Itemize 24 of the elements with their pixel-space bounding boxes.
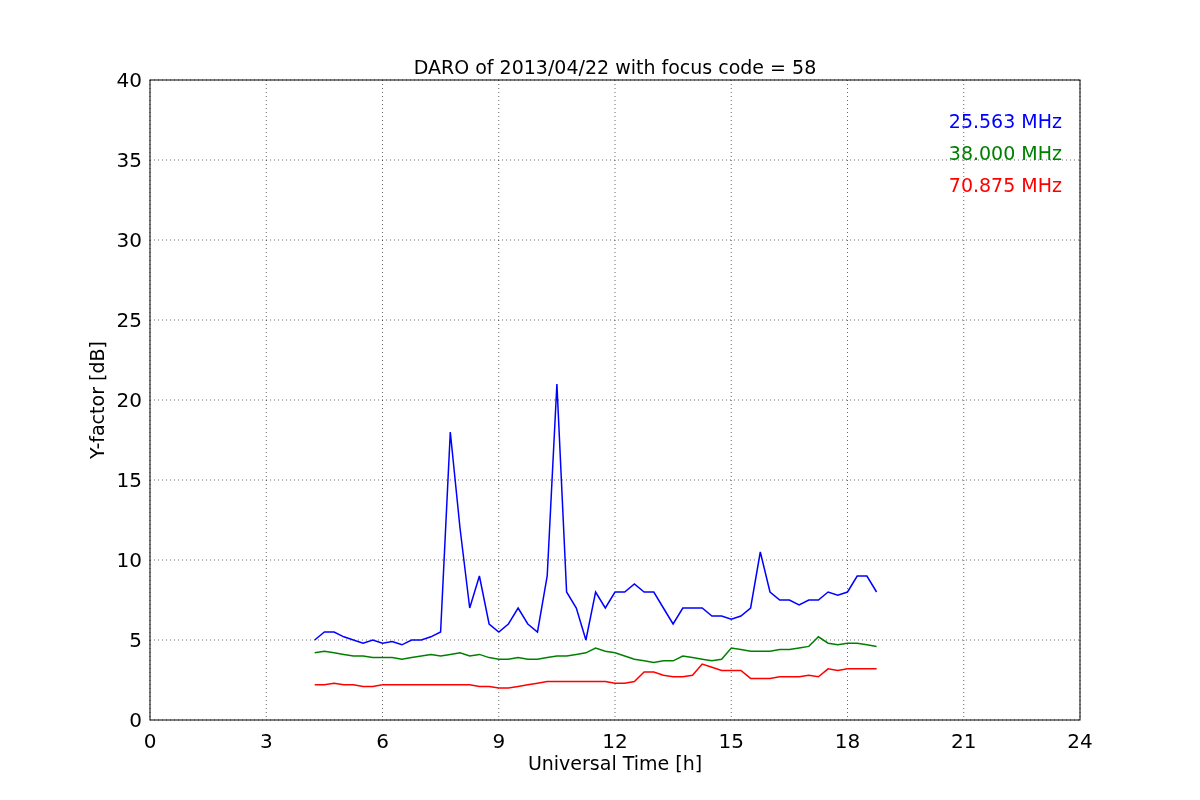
tick-label: 6 xyxy=(376,729,389,753)
tick-label: 35 xyxy=(116,148,142,172)
tick-label: 10 xyxy=(116,548,142,572)
legend-label: 25.563 MHz xyxy=(948,110,1062,132)
tick-label: 9 xyxy=(492,729,506,753)
tick-label: 24 xyxy=(1067,729,1093,753)
y-axis-label: Y-factor [dB] xyxy=(86,341,108,459)
tick-label: 3 xyxy=(259,729,273,753)
tick-label: 21 xyxy=(951,729,977,753)
tick-label: 5 xyxy=(129,628,142,652)
tick-label: 0 xyxy=(143,729,157,753)
legend-label: 70.875 MHz xyxy=(948,174,1062,196)
chart-title: DARO of 2013/04/22 with focus code = 58 xyxy=(413,56,817,78)
tick-label: 40 xyxy=(116,68,142,92)
tick-label: 15 xyxy=(718,729,744,753)
tick-label: 30 xyxy=(116,228,142,252)
tick-label: 25 xyxy=(116,308,142,332)
tick-label: 0 xyxy=(129,708,142,732)
x-axis-label: Universal Time [h] xyxy=(527,752,703,774)
tick-label: 12 xyxy=(602,729,628,753)
tick-label: 18 xyxy=(834,729,861,753)
tick-label: 20 xyxy=(116,388,142,412)
tick-label: 15 xyxy=(116,468,142,492)
legend-label: 38.000 MHz xyxy=(948,142,1062,164)
